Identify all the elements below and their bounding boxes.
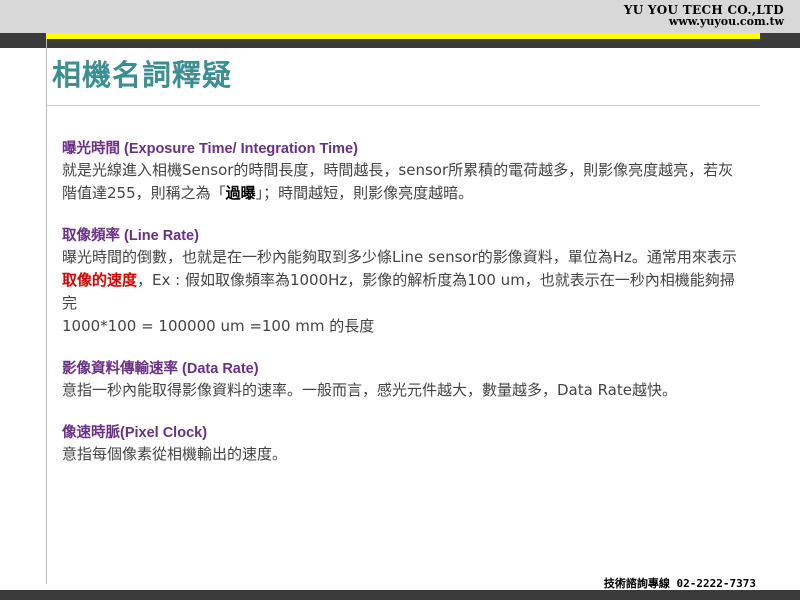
page-title: 相機名詞釋疑 [52,58,233,92]
bold-term: 過曝 [225,184,256,202]
section-exposure-time: 曝光時間 (Exposure Time/ Integration Time) 就… [62,140,742,205]
section-body: 曝光時間的倒數，也就是在一秒內能夠取到多少條Line sensor的影像資料，單… [62,246,742,338]
section-title: 曝光時間 (Exposure Time/ Integration Time) [62,141,358,157]
section-line-rate: 取像頻率 (Line Rate) 曝光時間的倒數，也就是在一秒內能夠取到多少條L… [62,227,742,338]
header-accent-bar [46,33,760,39]
section-title: 影像資料傳輸速率 (Data Rate) [62,361,259,377]
title-underline [46,105,760,106]
section-body: 意指一秒內能取得影像資料的速率。一般而言，感光元件越大，數量越多，Data Ra… [62,381,677,399]
section-body: 意指每個像素從相機輸出的速度。 [62,445,288,463]
section-data-rate: 影像資料傳輸速率 (Data Rate) 意指一秒內能取得影像資料的速率。一般而… [62,360,742,402]
body-text: ，Ex : 假如取像頻率為1000Hz，影像的解析度為100 um，也就表示在一… [62,271,735,312]
formula-text: 1000*100 = 100000 um =100 mm 的長度 [62,317,375,335]
section-pixel-clock: 像速時脈(Pixel Clock) 意指每個像素從相機輸出的速度。 [62,424,742,466]
footer-band [0,590,800,600]
company-logo-text: YU YOU TECH CO.,LTD www.yuyou.com.tw [624,4,784,28]
section-title: 像速時脈(Pixel Clock) [62,425,208,441]
body-text: 」；時間越短，則影像亮度越暗。 [255,184,474,202]
left-divider-line [46,39,47,584]
content-area: 曝光時間 (Exposure Time/ Integration Time) 就… [62,140,742,488]
company-url: www.yuyou.com.tw [668,15,784,28]
contact-hotline: 技術諮詢專線 02-2222-7373 [603,577,756,590]
section-body: 就是光線進入相機Sensor的時間長度，時間越長，sensor所累積的電荷越多，… [62,159,742,205]
highlight-term: 取像的速度 [62,271,138,289]
section-title: 取像頻率 (Line Rate) [62,228,199,244]
body-text: 曝光時間的倒數，也就是在一秒內能夠取到多少條Line sensor的影像資料，單… [62,248,737,266]
